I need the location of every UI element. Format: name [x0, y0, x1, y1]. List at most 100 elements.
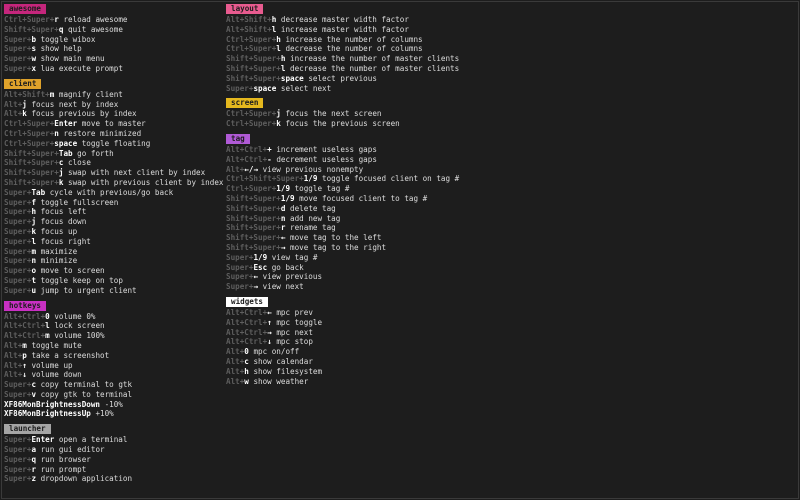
hotkey-description: move tag to the right [290, 242, 387, 252]
modifier-keys: Super+ [4, 474, 32, 484]
hotkey-key: r [54, 15, 59, 24]
hotkey-row: Shift+Super+c close [4, 158, 222, 168]
modifier-keys: Super+ [226, 262, 254, 272]
modifier-keys: Super+ [226, 282, 254, 292]
hotkey-key: ← [253, 272, 259, 282]
hotkey-row: Super+j focus down [4, 217, 222, 227]
hotkey-description: select previous [308, 73, 377, 83]
hotkey-row: Shift+Super+r rename tag [226, 223, 526, 233]
hotkey-key: 1/9 [276, 184, 291, 194]
hotkey-key: b [31, 34, 37, 44]
hotkey-description: increase master width factor [280, 24, 409, 34]
hotkey-key: space [253, 83, 277, 93]
hotkey-description: lock screen [54, 321, 105, 331]
hotkey-key: Tab [31, 187, 46, 197]
hotkey-key: w [244, 376, 249, 386]
hotkey-description: increase the number of columns [285, 34, 423, 44]
hotkey-row: Super+l focus right [4, 237, 222, 247]
modifier-keys: Super+ [4, 246, 32, 256]
hotkey-description: mpc prev [276, 307, 313, 317]
hotkey-key: o [31, 266, 37, 276]
hotkey-key: → [267, 327, 272, 337]
modifier-keys: Super+ [4, 389, 32, 399]
modifier-keys: Shift+Super+ [226, 63, 281, 73]
hotkey-description: toggle fullscreen [40, 197, 119, 207]
hotkey-key: → [280, 242, 286, 252]
modifier-keys: Super+ [4, 380, 32, 390]
hotkey-row: XF86MonBrightnessUp +10% [4, 409, 222, 419]
hotkey-key: ← [280, 233, 286, 243]
modifier-keys: Shift+Super+ [226, 213, 281, 223]
modifier-keys: Ctrl+Super+ [4, 119, 55, 129]
hotkey-description: focus previous by index [31, 109, 137, 119]
hotkey-row: Ctrl+Super+j focus the next screen [226, 109, 526, 119]
modifier-keys: Alt+ [4, 109, 23, 119]
hotkey-row: Super+z dropdown application [4, 474, 222, 484]
hotkey-row: Super+r run prompt [4, 465, 222, 475]
modifier-keys: Alt+ [4, 99, 23, 109]
modifier-keys: Shift+Super+ [4, 168, 59, 178]
hotkey-key: l [45, 321, 50, 331]
modifier-keys: Super+ [226, 272, 254, 282]
hotkey-description: toggle floating [81, 138, 151, 148]
hotkey-key: Enter [54, 119, 78, 129]
hotkey-description: focus the next screen [285, 109, 382, 119]
modifier-keys: Ctrl+Shift+Super+ [226, 174, 304, 184]
hotkey-row: Super+space select next [226, 84, 526, 94]
hotkey-group-layout: layout Alt+Shift+h decrease master width … [226, 4, 526, 93]
modifier-keys: Alt+Shift+ [226, 15, 272, 24]
hotkey-key: 1/9 [253, 252, 268, 262]
hotkey-description: view previous nonempty [262, 164, 364, 174]
modifier-keys: Alt+Shift+ [226, 24, 272, 34]
group-title: hotkeys [4, 300, 47, 311]
hotkey-description: jump to urgent client [40, 285, 137, 295]
hotkey-row: Ctrl+Super+1/9 toggle tag # [226, 184, 526, 194]
hotkey-description: view next [262, 282, 304, 292]
hotkey-key: q [58, 24, 64, 34]
hotkey-description: mpc stop [276, 337, 313, 347]
hotkey-description: toggle focused client on tag # [322, 174, 460, 184]
hotkey-key: XF86MonBrightnessUp [4, 409, 91, 419]
hotkey-description: focus left [40, 207, 87, 217]
hotkey-key: 0 [244, 347, 249, 357]
hotkey-row: Ctrl+Super+k focus the previous screen [226, 119, 526, 129]
hotkey-row: Super+Tab cycle with previous/go back [4, 188, 222, 198]
hotkey-row: Super+k focus up [4, 227, 222, 237]
hotkey-key: d [280, 203, 286, 213]
hotkey-description: go back [271, 262, 304, 272]
hotkey-description: +10% [95, 409, 114, 419]
hotkey-description: show help [40, 44, 82, 54]
hotkey-row: Super+m maximize [4, 247, 222, 257]
hotkey-row: Super+f toggle fullscreen [4, 198, 222, 208]
hotkey-row: Alt+p take a screenshot [4, 351, 222, 361]
hotkey-row: Shift+Super+q quit awesome [4, 25, 222, 35]
hotkey-description: move to master [81, 119, 146, 129]
modifier-keys: Super+ [4, 44, 32, 54]
modifier-keys: Shift+Super+ [226, 54, 281, 64]
hotkey-key: j [31, 217, 37, 227]
hotkey-key: r [280, 223, 286, 233]
group-title: widgets [226, 296, 269, 307]
modifier-keys: Alt+Ctrl+ [226, 154, 268, 164]
hotkey-description: mpc on/off [253, 347, 300, 357]
hotkey-description: rename tag [290, 223, 336, 233]
hotkey-key: - [267, 154, 272, 164]
hotkey-key: h [271, 15, 277, 24]
group-title: awesome [4, 4, 47, 14]
hotkey-description: toggle wibox [40, 34, 96, 44]
hotkey-row: Super+Esc go back [226, 263, 526, 273]
modifier-keys: Alt+ [226, 347, 245, 357]
hotkey-key: h [244, 366, 249, 376]
modifier-keys: Ctrl+Super+ [4, 128, 55, 138]
hotkey-row: Alt+Ctrl+m volume 100% [4, 331, 222, 341]
modifier-keys: Super+ [226, 83, 254, 93]
hotkey-row: Shift+Super+← move tag to the left [226, 233, 526, 243]
hotkey-description: mpc next [276, 327, 313, 337]
modifier-keys: Shift+Super+ [226, 233, 281, 243]
hotkey-description: swap with next client by index [68, 168, 206, 178]
modifier-keys: Super+ [4, 454, 32, 464]
hotkey-row: Ctrl+Super+Enter move to master [4, 119, 222, 129]
modifier-keys: Super+ [4, 34, 32, 44]
hotkey-row: Super+1/9 view tag # [226, 253, 526, 263]
hotkey-key: m [49, 89, 55, 99]
